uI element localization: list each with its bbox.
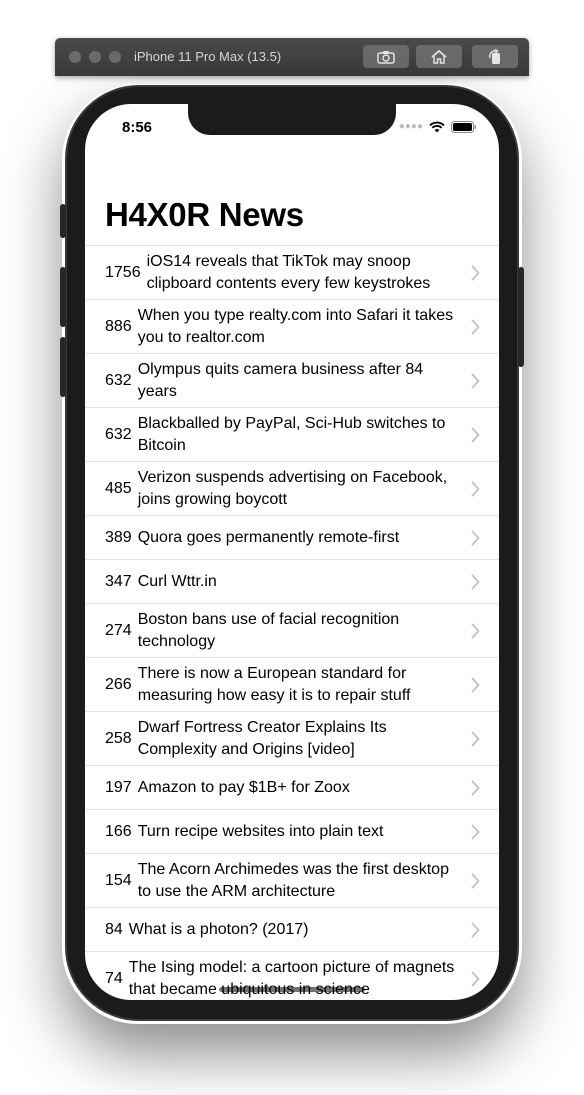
story-title: What is a photon? (2017) xyxy=(128,920,309,938)
story-row[interactable]: 347 Curl Wttr.in xyxy=(85,560,499,604)
story-points: 1756 xyxy=(105,263,141,281)
story-points: 485 xyxy=(105,479,132,497)
home-indicator[interactable] xyxy=(219,987,365,992)
screenshot-button[interactable] xyxy=(363,45,409,68)
story-title: Boston bans use of facial recognition te… xyxy=(137,610,400,650)
story-title: Dwarf Fortress Creator Explains Its Comp… xyxy=(137,718,387,758)
story-row[interactable]: 886 When you type realty.com into Safari … xyxy=(85,300,499,354)
story-row[interactable]: 74 The Ising model: a cartoon picture of … xyxy=(85,952,499,1000)
volume-up-button xyxy=(60,267,66,327)
camera-icon xyxy=(377,50,395,64)
chevron-right-icon xyxy=(471,265,480,280)
story-title: Olympus quits camera business after 84 y… xyxy=(137,360,424,400)
story-row[interactable]: 84 What is a photon? (2017) xyxy=(85,908,499,952)
home-button[interactable] xyxy=(416,45,462,68)
story-points: 154 xyxy=(105,871,132,889)
chevron-right-icon xyxy=(471,824,480,839)
volume-down-button xyxy=(60,337,66,397)
chevron-right-icon xyxy=(471,481,480,496)
wifi-icon xyxy=(429,121,445,133)
story-title: The Ising model: a cartoon picture of ma… xyxy=(128,958,455,998)
story-points: 274 xyxy=(105,621,132,639)
story-points: 74 xyxy=(105,969,123,987)
story-row[interactable]: 485 Verizon suspends advertising on Faceb… xyxy=(85,462,499,516)
story-title: iOS14 reveals that TikTok may snoop clip… xyxy=(146,252,431,292)
power-button xyxy=(518,267,524,367)
rotate-icon xyxy=(489,48,500,64)
chevron-right-icon xyxy=(471,574,480,589)
rotate-button[interactable] xyxy=(472,45,518,68)
chevron-right-icon xyxy=(471,427,480,442)
zoom-window-button[interactable] xyxy=(109,51,121,63)
story-row[interactable]: 266 There is now a European standard for … xyxy=(85,658,499,712)
chevron-right-icon xyxy=(471,677,480,692)
chevron-right-icon xyxy=(471,373,480,388)
chevron-right-icon xyxy=(471,623,480,638)
story-title: When you type realty.com into Safari it … xyxy=(137,306,454,346)
chevron-right-icon xyxy=(471,922,480,937)
story-points: 347 xyxy=(105,572,132,590)
home-icon xyxy=(431,49,447,64)
story-row[interactable]: 274 Boston bans use of facial recognition… xyxy=(85,604,499,658)
story-title: There is now a European standard for mea… xyxy=(137,664,411,704)
phone-screen: 8:56 ●●●● H4X0R News 1756 iOS14 reveals t… xyxy=(85,104,499,1000)
story-row[interactable]: 632 Olympus quits camera business after 8… xyxy=(85,354,499,408)
story-points: 258 xyxy=(105,729,132,747)
minimize-window-button[interactable] xyxy=(89,51,101,63)
story-title: Curl Wttr.in xyxy=(137,572,217,590)
story-row[interactable]: 197 Amazon to pay $1B+ for Zoox xyxy=(85,766,499,810)
chevron-right-icon xyxy=(471,731,480,746)
chevron-right-icon xyxy=(471,530,480,545)
story-title: The Acorn Archimedes was the first deskt… xyxy=(137,860,449,900)
story-row[interactable]: 1756 iOS14 reveals that TikTok may snoop … xyxy=(85,246,499,300)
chevron-right-icon xyxy=(471,319,480,334)
story-points: 197 xyxy=(105,778,132,796)
story-points: 632 xyxy=(105,371,132,389)
story-title: Amazon to pay $1B+ for Zoox xyxy=(137,778,350,796)
story-list: 1756 iOS14 reveals that TikTok may snoop … xyxy=(85,245,499,1000)
story-title: Quora goes permanently remote-first xyxy=(137,528,400,546)
story-title: Turn recipe websites into plain text xyxy=(137,822,384,840)
story-points: 886 xyxy=(105,317,132,335)
story-row[interactable]: 154 The Acorn Archimedes was the first de… xyxy=(85,854,499,908)
story-points: 166 xyxy=(105,822,132,840)
story-points: 266 xyxy=(105,675,132,693)
status-indicators: ●●●● xyxy=(399,121,477,133)
status-time: 8:56 xyxy=(122,119,153,136)
story-title: Blackballed by PayPal, Sci-Hub switches … xyxy=(137,414,446,454)
notch xyxy=(188,104,396,135)
chevron-right-icon xyxy=(471,780,480,795)
chevron-right-icon xyxy=(471,971,480,986)
story-points: 84 xyxy=(105,920,123,938)
page-title: H4X0R News xyxy=(105,196,304,233)
story-title: Verizon suspends advertising on Facebook… xyxy=(137,468,448,508)
battery-icon xyxy=(451,121,476,133)
simulator-toolbar: iPhone 11 Pro Max (13.5) xyxy=(55,38,529,76)
story-row[interactable]: 258 Dwarf Fortress Creator Explains Its C… xyxy=(85,712,499,766)
chevron-right-icon xyxy=(471,873,480,888)
mute-switch xyxy=(60,204,66,238)
story-row[interactable]: 632 Blackballed by PayPal, Sci-Hub switch… xyxy=(85,408,499,462)
story-row[interactable]: 389 Quora goes permanently remote-first xyxy=(85,516,499,560)
story-points: 389 xyxy=(105,528,132,546)
simulator-title: iPhone 11 Pro Max (13.5) xyxy=(134,49,282,64)
signal-icon: ●●●● xyxy=(398,121,423,132)
close-window-button[interactable] xyxy=(69,51,81,63)
story-row[interactable]: 166 Turn recipe websites into plain text xyxy=(85,810,499,854)
story-points: 632 xyxy=(105,425,132,443)
